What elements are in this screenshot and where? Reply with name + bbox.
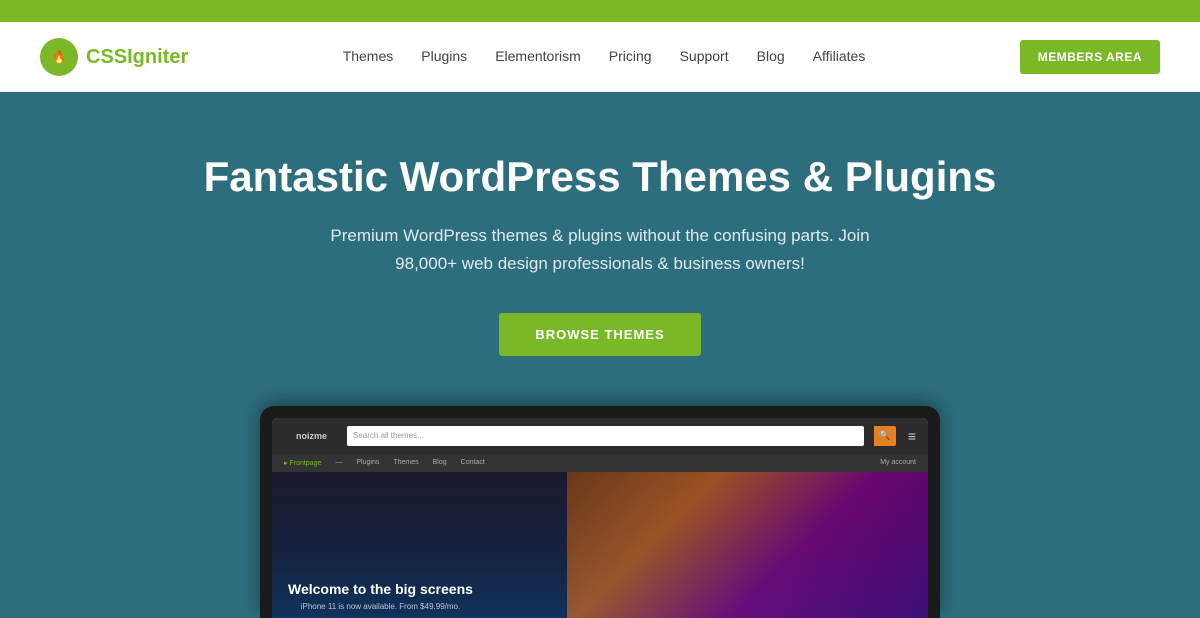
inner-hero-bg-image (567, 472, 928, 618)
inner-search-icon: 🔍 (874, 426, 896, 446)
navbar: 🔥 CSSIgniter Themes Plugins Elementorism… (0, 22, 1200, 92)
inner-hero-subtitle: iPhone 11 is now available. From $49.99/… (288, 602, 473, 611)
top-bar (0, 0, 1200, 22)
logo-text: CSSIgniter (86, 46, 188, 69)
inner-nav2-item-frontpage: ▸ Frontpage (284, 459, 321, 467)
inner-navbar-2: ▸ Frontpage — Plugins Themes Blog Contac… (272, 454, 928, 472)
inner-nav2-item-themes: Themes (393, 459, 418, 466)
inner-navbar: noizme Search all themes... 🔍 ≡ (272, 418, 928, 454)
hero-title: Fantastic WordPress Themes & Plugins (204, 152, 997, 202)
inner-hero: Welcome to the big screens iPhone 11 is … (272, 472, 928, 618)
hero-subtitle: Premium WordPress themes & plugins witho… (320, 222, 880, 276)
inner-nav2-item-contact: Contact (461, 459, 485, 466)
inner-logo: noizme (284, 431, 339, 441)
inner-menu-icon: ≡ (908, 428, 916, 444)
inner-nav2-item-plugins: Plugins (356, 459, 379, 466)
inner-hero-title: Welcome to the big screens (288, 580, 473, 598)
nav-elementorism[interactable]: Elementorism (495, 48, 581, 64)
laptop-frame: noizme Search all themes... 🔍 ≡ ▸ Frontp… (260, 406, 940, 618)
inner-hero-text: Welcome to the big screens iPhone 11 is … (272, 580, 489, 618)
browse-themes-button[interactable]: BROWSE THEMES (499, 313, 700, 356)
nav-affiliates[interactable]: Affiliates (813, 48, 866, 64)
laptop-screen: noizme Search all themes... 🔍 ≡ ▸ Frontp… (272, 418, 928, 618)
laptop-mockup: noizme Search all themes... 🔍 ≡ ▸ Frontp… (260, 406, 940, 618)
inner-search-bar: Search all themes... (347, 426, 864, 446)
nav-support[interactable]: Support (680, 48, 729, 64)
nav-pricing[interactable]: Pricing (609, 48, 652, 64)
inner-search-placeholder: Search all themes... (353, 431, 424, 440)
nav-menu: Themes Plugins Elementorism Pricing Supp… (343, 48, 866, 66)
nav-blog[interactable]: Blog (757, 48, 785, 64)
logo[interactable]: 🔥 CSSIgniter (40, 38, 188, 76)
nav-plugins[interactable]: Plugins (421, 48, 467, 64)
inner-nav2-account: My account (880, 459, 916, 466)
inner-nav2-item-blog: Blog (433, 459, 447, 466)
inner-nav2-item-sep: — (335, 459, 342, 466)
hero-section: Fantastic WordPress Themes & Plugins Pre… (0, 92, 1200, 618)
nav-themes[interactable]: Themes (343, 48, 394, 64)
logo-icon: 🔥 (40, 38, 78, 76)
svg-text:🔥: 🔥 (52, 50, 67, 64)
members-area-button[interactable]: MEMBERS AREA (1020, 40, 1160, 74)
